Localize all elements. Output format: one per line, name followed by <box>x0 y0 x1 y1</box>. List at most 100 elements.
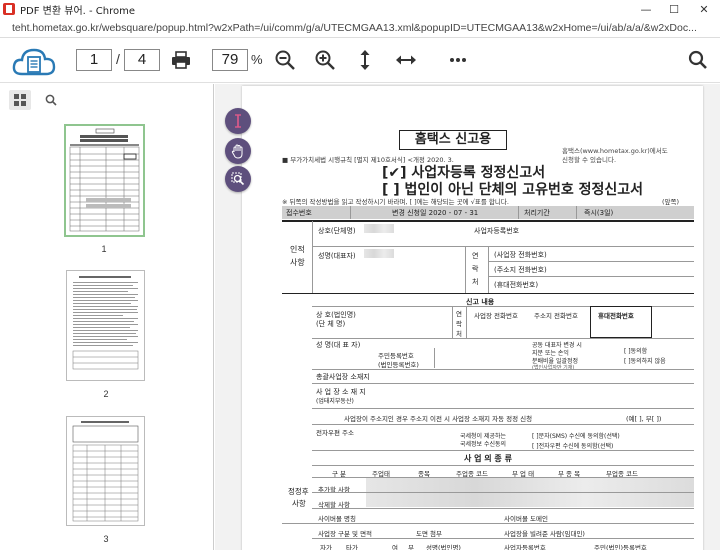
business-address-label: 총괄사업장 소재지 <box>316 373 370 381</box>
fit-width-icon[interactable] <box>393 48 419 72</box>
rule <box>312 465 694 466</box>
thumbnail-page-2[interactable] <box>66 270 145 381</box>
more-icon[interactable] <box>446 48 470 72</box>
maximize-button[interactable]: ☐ <box>660 0 688 18</box>
auto-update-notice: 사업장이 주소지인 경우 주소지 이전 시 사업장 소재지 자동 정정 신청 <box>344 415 533 423</box>
personal-label-2: 사항 <box>290 258 305 267</box>
close-button[interactable]: ✕ <box>690 0 718 18</box>
rule <box>282 523 694 524</box>
auto-update-yn[interactable]: (예[ ], 부[ ]) <box>626 413 661 423</box>
tab-thumbnails[interactable] <box>9 90 31 110</box>
pdf-app-icon <box>3 3 15 15</box>
zoom-area-tool[interactable] <box>225 166 251 192</box>
contact-mobile-phone: 휴대전화번호 <box>598 312 634 320</box>
no-label: 부 <box>408 544 414 550</box>
email-consent[interactable]: [ ]전자우편 수신에 동의함(선택) <box>532 441 613 450</box>
redacted-field <box>364 249 394 258</box>
thumbnail-label-1: 1 <box>101 244 107 254</box>
contact-label-1: 연 <box>472 252 479 260</box>
mobile-phone-label: (휴대전화번호) <box>494 281 539 289</box>
thumbnail-preview <box>72 421 139 522</box>
zoom-unit: % <box>251 52 263 67</box>
address-bar[interactable]: teht.hometax.go.kr/websquare/popup.html?… <box>0 18 720 38</box>
disagree-option[interactable]: [ ]동의하지 않음 <box>624 356 666 365</box>
url-text: teht.hometax.go.kr/websquare/popup.html?… <box>12 21 697 34</box>
form-notice-side: (앞쪽) <box>662 198 680 206</box>
divider <box>488 246 489 293</box>
rule <box>312 383 694 384</box>
divider <box>576 206 577 219</box>
business-type-title: 사 업 의 종 류 <box>464 454 512 463</box>
divider <box>465 246 466 293</box>
grid-icon <box>14 94 26 106</box>
form-notice: ※ 뒤쪽의 작성방법을 읽고 작성하시기 바라며, [ ]에는 해당되는 곳에 … <box>282 198 509 206</box>
document-viewer[interactable]: 홈택스 신고용 홈택스(www.hometax.go.kr)에서도 신청할 수 … <box>215 84 720 550</box>
site-line-2: 신청할 수 있습니다. <box>562 156 617 164</box>
rule <box>312 369 694 370</box>
zoom-input[interactable]: 79 <box>212 49 248 71</box>
title-bar: PDF 변환 뷰어. - Chrome — ☐ ✕ <box>0 0 720 18</box>
own-label: 자가 <box>320 544 332 550</box>
lease-area-label: 사업장 구분 및 면적 <box>318 530 373 538</box>
hand-icon <box>231 143 243 159</box>
floor-plan-label: 도면 첨부 <box>416 530 442 538</box>
current-page-input[interactable]: 1 <box>76 49 112 71</box>
search-icon[interactable] <box>686 48 710 72</box>
name-row-2: (단 체 명) <box>316 320 346 328</box>
info-consent-2: 국세정보 수신동의 <box>460 441 507 448</box>
receipt-row <box>282 206 694 219</box>
cybermall-domain-label: 사이버몰 도메인 <box>504 515 548 523</box>
viewer-window: PDF 변환 뷰어. - Chrome — ☐ ✕ teht.hometax.g… <box>0 0 720 550</box>
divider <box>452 306 453 338</box>
sms-consent[interactable]: [ ]문자(SMS) 수신에 동의함(선택) <box>532 431 620 440</box>
thumbnail-page-3[interactable] <box>66 416 145 526</box>
contact-office-phone: 사업장 전화번호 <box>474 312 518 320</box>
divider <box>466 306 467 338</box>
tab-search[interactable] <box>40 90 62 110</box>
bizno-label: 사업자등록번호 <box>474 227 520 235</box>
contact-label-c: 처 <box>456 330 462 338</box>
lessor-regno-label: 주민(법인)등록번호 <box>594 544 647 550</box>
lessor-label: 사업장을 빌려준 사람(임대인) <box>504 530 585 538</box>
redacted-field <box>364 224 394 233</box>
office-phone-label: (사업장 전화번호) <box>494 251 547 259</box>
text-select-tool[interactable] <box>225 108 251 134</box>
fit-height-icon[interactable] <box>355 48 375 72</box>
zoom-in-icon[interactable] <box>313 48 337 72</box>
rule <box>312 424 694 425</box>
contact-label-a: 연 <box>456 310 462 318</box>
agree-option[interactable]: [ ]동의함 <box>624 346 647 355</box>
thumbnail-preview <box>69 128 140 232</box>
cybermall-name-label: 사이버몰 명칭 <box>318 515 356 523</box>
change-label-2: 사항 <box>292 499 306 508</box>
name-label: 상호(단체명) <box>318 227 356 235</box>
rule <box>312 508 694 509</box>
page-separator: / <box>116 51 120 67</box>
panel-tabs <box>0 84 214 114</box>
minimize-button[interactable]: — <box>632 0 660 18</box>
yes-label: 여 <box>392 544 398 550</box>
rep-label: 성명(대표자) <box>318 252 356 260</box>
redacted-row <box>366 478 694 492</box>
text-cursor-icon <box>235 114 241 128</box>
rule <box>488 276 694 277</box>
resident-no-2: (법인등록번호) <box>378 361 419 369</box>
printer-icon[interactable] <box>170 49 192 71</box>
rep-row: 성 명(대 표 자) <box>316 341 361 349</box>
rented-label: 타가 <box>346 544 358 550</box>
zoom-out-icon[interactable] <box>273 48 297 72</box>
site-address-2: (업태지부동산) <box>316 398 354 405</box>
divider <box>312 221 313 293</box>
thumbnail-page-1[interactable] <box>64 124 145 237</box>
lessor-name-label: 성명(법인명) <box>426 544 461 550</box>
pan-tool[interactable] <box>225 138 251 164</box>
document-page: 홈택스 신고용 홈택스(www.hometax.go.kr)에서도 신청할 수 … <box>242 86 703 550</box>
rule <box>282 293 694 295</box>
email-label: 전자우편 주소 <box>316 429 354 437</box>
cloud-document-icon[interactable] <box>10 42 58 80</box>
receipt-number-label: 접수번호 <box>286 209 312 217</box>
divider <box>434 348 435 368</box>
thumbnail-preview <box>72 276 139 370</box>
rule <box>312 338 694 339</box>
thumbnail-label-2: 2 <box>103 389 109 399</box>
